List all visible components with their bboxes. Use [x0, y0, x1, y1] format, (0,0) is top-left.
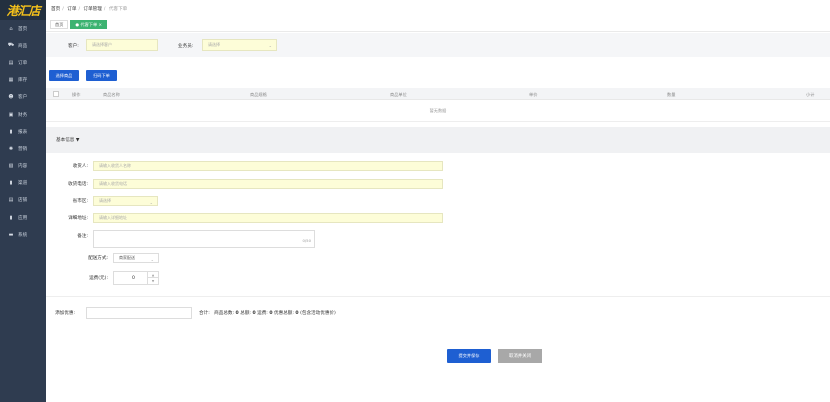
- delivery-label: 配送方式:: [88, 256, 108, 261]
- phone-label: 收货电话:: [68, 182, 88, 187]
- sidebar-item-1[interactable]: ⛟ 商品: [0, 37, 46, 54]
- tab-home[interactable]: 首页: [50, 20, 69, 29]
- chevron-down-icon[interactable]: ▼: [148, 278, 158, 284]
- col-subtotal: 小计: [806, 92, 815, 97]
- region-select[interactable]: 请选择 ⌄: [93, 196, 158, 206]
- customer-label: 客户:: [68, 44, 79, 49]
- sidebar-item-label: 客户: [18, 95, 28, 101]
- sidebar-item-label: 内容: [18, 164, 28, 170]
- chevron-down-icon: ⌄: [149, 200, 153, 205]
- char-count: 0/50: [302, 238, 311, 243]
- submit-save-button[interactable]: 提交并保存: [447, 349, 491, 363]
- cancel-close-button[interactable]: 取消并关闭: [498, 349, 542, 363]
- home-icon: ⌂: [9, 25, 13, 32]
- col-qty: 数量: [667, 92, 676, 97]
- file-icon: ▤: [8, 197, 14, 204]
- page-tabs: 首页 ● 代客下单 ×: [50, 20, 107, 29]
- bars-icon: ▮: [9, 180, 13, 187]
- card-icon: ▬: [8, 231, 14, 238]
- sidebar-item-10[interactable]: ▤ 店铺: [0, 192, 46, 209]
- salesman-label: 业务员:: [178, 44, 194, 49]
- sidebar-item-6[interactable]: ▮ 报表: [0, 123, 46, 140]
- sidebar-item-2[interactable]: ▤ 订单: [0, 54, 46, 71]
- logo[interactable]: 港汇店: [0, 0, 46, 20]
- sidebar-item-label: 商品: [18, 43, 28, 49]
- remark-textarea[interactable]: 0/50: [93, 230, 315, 248]
- col-price: 单价: [529, 92, 538, 97]
- scan-order-button[interactable]: 扫码下单: [86, 70, 117, 81]
- freight-stepper[interactable]: 0 ▲ ▼: [113, 271, 159, 285]
- select-goods-button[interactable]: 选择商品: [49, 70, 79, 81]
- user-icon: ☻: [8, 94, 14, 101]
- phone-input[interactable]: 请输入收货电话: [93, 179, 443, 189]
- col-spec: 商品规格: [250, 92, 267, 97]
- chevron-down-icon: ⌄: [268, 43, 272, 48]
- sidebar-item-label: 财务: [18, 112, 28, 118]
- address-input[interactable]: 请输入详细地址: [93, 213, 443, 223]
- select-all-checkbox[interactable]: [53, 91, 59, 97]
- breadcrumb-home[interactable]: 首页: [51, 7, 60, 12]
- sidebar-item-label: 应用: [18, 215, 28, 221]
- sidebar-item-12[interactable]: ▬ 系统: [0, 226, 46, 243]
- money-icon: ▣: [8, 111, 14, 118]
- main-content: 首页 / 订单 / 订单管理 / 代客下单 首页 ● 代客下单 × 客户: 请选择客户…: [46, 0, 830, 402]
- basic-info-header[interactable]: 基本信息 ▼: [46, 127, 830, 153]
- sidebar-item-11[interactable]: ▮ 应用: [0, 209, 46, 226]
- sidebar-item-0[interactable]: ⌂ 首页: [0, 20, 46, 37]
- sidebar-item-4[interactable]: ☻ 客户: [0, 89, 46, 106]
- sidebar: 港汇店 ⌂ 首页 ⛟ 商品 ▤ 订单 ▦ 库存 ☻ 客户 ▣ 财务 ▮ 报表 ✺ 营销 ▧ 内容 ▮ 渠道 ▤ 店铺 ▮ 应用…: [0, 0, 46, 402]
- remark-label: 备注:: [77, 234, 88, 239]
- col-unit: 商品单位: [390, 92, 407, 97]
- breadcrumb-order-mgmt[interactable]: 订单管理: [83, 7, 101, 12]
- sidebar-item-label: 系统: [18, 232, 28, 238]
- breadcrumb: 首页 / 订单 / 订单管理 / 代客下单: [51, 7, 128, 12]
- sidebar-item-9[interactable]: ▮ 渠道: [0, 175, 46, 192]
- sidebar-item-3[interactable]: ▦ 库存: [0, 72, 46, 89]
- sidebar-item-5[interactable]: ▣ 财务: [0, 106, 46, 123]
- sidebar-item-label: 店铺: [18, 198, 28, 204]
- sidebar-item-8[interactable]: ▧ 内容: [0, 158, 46, 175]
- image-icon: ▧: [8, 163, 14, 170]
- address-label: 详细地址:: [68, 216, 88, 221]
- delivery-select[interactable]: 商家配送 ⌄: [113, 253, 159, 263]
- sidebar-item-7[interactable]: ✺ 营销: [0, 140, 46, 157]
- freight-label: 运费(元):: [89, 276, 108, 281]
- chevron-down-icon: ⌄: [150, 257, 154, 262]
- gear-icon: ✺: [8, 145, 14, 152]
- col-action: 操作: [72, 92, 81, 97]
- divider: [46, 31, 830, 32]
- breadcrumb-current: 代客下单: [108, 7, 128, 12]
- grid-icon: ▦: [8, 77, 14, 84]
- coupon-input[interactable]: [86, 307, 192, 319]
- region-label: 省市区:: [72, 199, 88, 204]
- sidebar-item-label: 报表: [18, 129, 28, 135]
- receiver-input[interactable]: 请输入收货人名称: [93, 161, 443, 171]
- totals-summary: 合计: 商品总数: 0 总额: 0 运费: 0 优惠总额: 0 (包含活动优惠价…: [199, 311, 336, 316]
- bars-icon: ▮: [9, 214, 13, 221]
- empty-state: 暂无数据: [46, 100, 830, 122]
- table-header: 操作 商品名称 商品规格 商品单位 单价 数量 小计: [46, 88, 830, 100]
- coupon-label: 添加优惠:: [55, 311, 75, 316]
- receiver-label: 收货人:: [72, 164, 88, 169]
- customer-select[interactable]: 请选择客户: [86, 39, 158, 51]
- salesman-select[interactable]: 请选择 ⌄: [202, 39, 277, 51]
- sidebar-item-label: 营销: [18, 146, 28, 152]
- divider: [46, 296, 830, 297]
- breadcrumb-orders[interactable]: 订单: [67, 7, 76, 12]
- doc-icon: ▤: [8, 59, 14, 66]
- sidebar-item-label: 库存: [18, 78, 28, 84]
- sidebar-item-label: 订单: [18, 60, 28, 66]
- filter-bar: 客户: 请选择客户 业务员: 请选择 ⌄: [46, 33, 830, 57]
- chart-icon: ▮: [9, 128, 13, 135]
- col-goods-name: 商品名称: [103, 92, 120, 97]
- tab-place-order[interactable]: ● 代客下单 ×: [70, 20, 107, 29]
- sidebar-item-label: 渠道: [18, 181, 28, 187]
- sidebar-item-label: 首页: [18, 26, 28, 32]
- cart-icon: ⛟: [7, 42, 15, 49]
